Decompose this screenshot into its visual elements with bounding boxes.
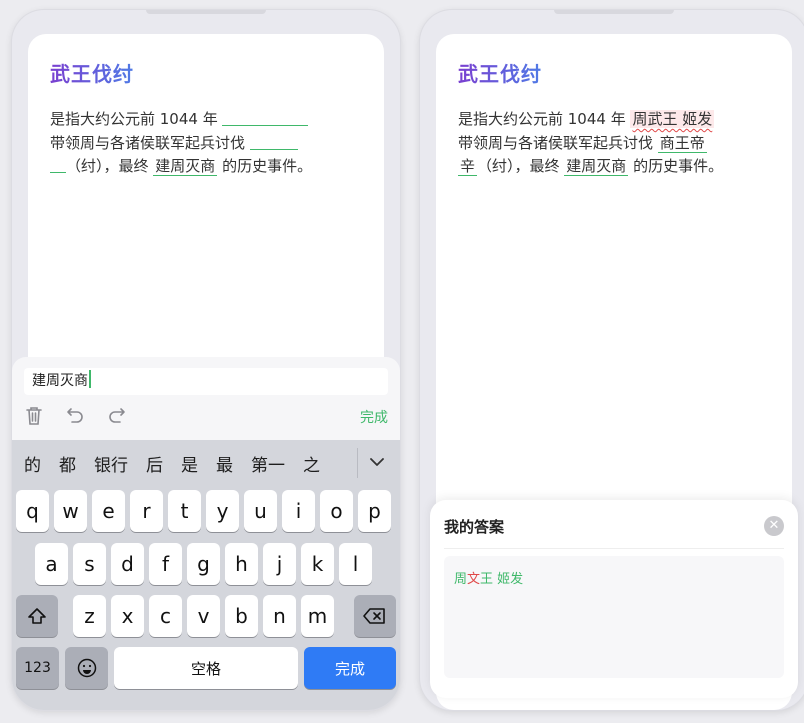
key-s[interactable]: s [73, 543, 106, 585]
passage-text-1: 是指大约公元前 1044 年 [458, 110, 631, 128]
question-title: 武王伐纣 [458, 62, 542, 86]
passage-text-1: 是指大约公元前 1044 年 [50, 110, 223, 128]
passage-text-2: 带领周与各诸侯联军起兵讨伐 [50, 133, 250, 152]
blank-1-answer[interactable]: 周武王 姬发 [630, 110, 715, 128]
candidate-1[interactable]: 都 [50, 451, 85, 476]
candidate-bar: 的 都 银行 后 是 最 第一 之 [12, 440, 400, 486]
candidate-divider [357, 448, 358, 478]
candidate-7[interactable]: 之 [294, 451, 329, 476]
passage-text-4: 的历史事件。 [217, 157, 313, 175]
phone-right: 武王伐纣 是指大约公元前 1044 年 周武王 姬发 带领周与各诸侯联军起兵讨伐… [420, 10, 804, 710]
key-row-4: 123 空格 完成 [12, 647, 400, 689]
chevron-down-icon[interactable] [366, 451, 388, 473]
phone-left: 武王伐纣 是指大约公元前 1044 年 带领周与各诸侯联军起兵讨伐 （纣），最终… [12, 10, 400, 710]
answer-box: 周文王 姬发 [444, 556, 784, 678]
key-d[interactable]: d [111, 543, 144, 585]
text-caret [89, 370, 91, 388]
key-z[interactable]: z [73, 595, 106, 637]
key-o[interactable]: o [320, 490, 353, 532]
key-row-1: q w e r t y u i o p [12, 490, 400, 532]
blank-3-answer[interactable]: 建周灭商 [564, 157, 629, 176]
key-a[interactable]: a [35, 543, 68, 585]
candidate-2[interactable]: 银行 [85, 451, 137, 476]
key-w[interactable]: w [54, 490, 87, 532]
candidate-0[interactable]: 的 [12, 451, 50, 476]
backspace-icon [363, 608, 385, 624]
emoji-key[interactable] [65, 647, 108, 689]
passage-text-3: （纣），最终 [477, 157, 565, 175]
shift-icon [28, 608, 46, 624]
backspace-key[interactable] [354, 595, 396, 637]
key-r[interactable]: r [130, 490, 163, 532]
key-k[interactable]: k [301, 543, 334, 585]
key-l[interactable]: l [339, 543, 372, 585]
keyboard-done-key[interactable]: 完成 [304, 647, 396, 689]
key-y[interactable]: y [206, 490, 239, 532]
sheet-divider [444, 548, 784, 549]
key-f[interactable]: f [149, 543, 182, 585]
passage-text-4: 的历史事件。 [628, 157, 724, 175]
candidate-6[interactable]: 第一 [242, 451, 294, 476]
key-j[interactable]: j [263, 543, 296, 585]
undo-icon[interactable] [64, 406, 88, 428]
my-answer-text: 周文王 姬发 [454, 572, 524, 587]
key-n[interactable]: n [263, 595, 296, 637]
wrong-character: 文 [467, 572, 481, 587]
question-title: 武王伐纣 [50, 62, 134, 86]
blank-2-part1[interactable] [249, 133, 298, 150]
space-key[interactable]: 空格 [114, 647, 298, 689]
my-answer-sheet: 我的答案 ✕ 周文王 姬发 [430, 500, 798, 698]
status-indicator [146, 10, 266, 14]
trash-icon[interactable] [22, 406, 46, 428]
candidate-5[interactable]: 最 [207, 451, 242, 476]
key-c[interactable]: c [149, 595, 182, 637]
key-h[interactable]: h [225, 543, 258, 585]
blank-1[interactable] [222, 109, 309, 126]
key-row-2: a s d f g h j k l [12, 543, 400, 585]
key-row-3: z x c v b n m [12, 595, 400, 637]
close-icon[interactable]: ✕ [764, 516, 784, 536]
key-v[interactable]: v [187, 595, 220, 637]
answer-input[interactable]: 建周灭商 [24, 368, 388, 395]
key-p[interactable]: p [358, 490, 391, 532]
key-g[interactable]: g [187, 543, 220, 585]
done-button[interactable]: 完成 [360, 407, 388, 427]
key-q[interactable]: q [16, 490, 49, 532]
passage-text-3: （纣），最终 [66, 157, 154, 175]
key-i[interactable]: i [282, 490, 315, 532]
numbers-key[interactable]: 123 [16, 647, 59, 689]
emoji-icon [77, 658, 96, 678]
candidate-4[interactable]: 是 [172, 451, 207, 476]
key-e[interactable]: e [92, 490, 125, 532]
redo-icon[interactable] [104, 406, 128, 428]
question-passage: 是指大约公元前 1044 年 周武王 姬发 带领周与各诸侯联军起兵讨伐 商王帝 … [458, 108, 734, 179]
key-u[interactable]: u [244, 490, 277, 532]
blank-2-answer-part1[interactable]: 商王帝 [657, 133, 707, 153]
status-indicator [554, 10, 674, 14]
blank-2-part2[interactable] [50, 156, 66, 173]
key-m[interactable]: m [301, 595, 334, 637]
shift-key[interactable] [16, 595, 58, 637]
keyboard: 的 都 银行 后 是 最 第一 之 q w e r t y u i o p a [12, 440, 400, 710]
blank-2-answer-part2[interactable]: 辛 [458, 157, 478, 176]
question-passage: 是指大约公元前 1044 年 带领周与各诸侯联军起兵讨伐 （纣），最终 建周灭商… [50, 108, 326, 179]
blank-3-answer[interactable]: 建周灭商 [153, 157, 218, 176]
passage-text-2: 带领周与各诸侯联军起兵讨伐 [458, 133, 658, 152]
candidate-3[interactable]: 后 [137, 451, 172, 476]
answer-input-panel: 建周灭商 完成 [12, 357, 400, 440]
key-b[interactable]: b [225, 595, 258, 637]
key-x[interactable]: x [111, 595, 144, 637]
key-t[interactable]: t [168, 490, 201, 532]
sheet-title: 我的答案 [444, 518, 505, 536]
